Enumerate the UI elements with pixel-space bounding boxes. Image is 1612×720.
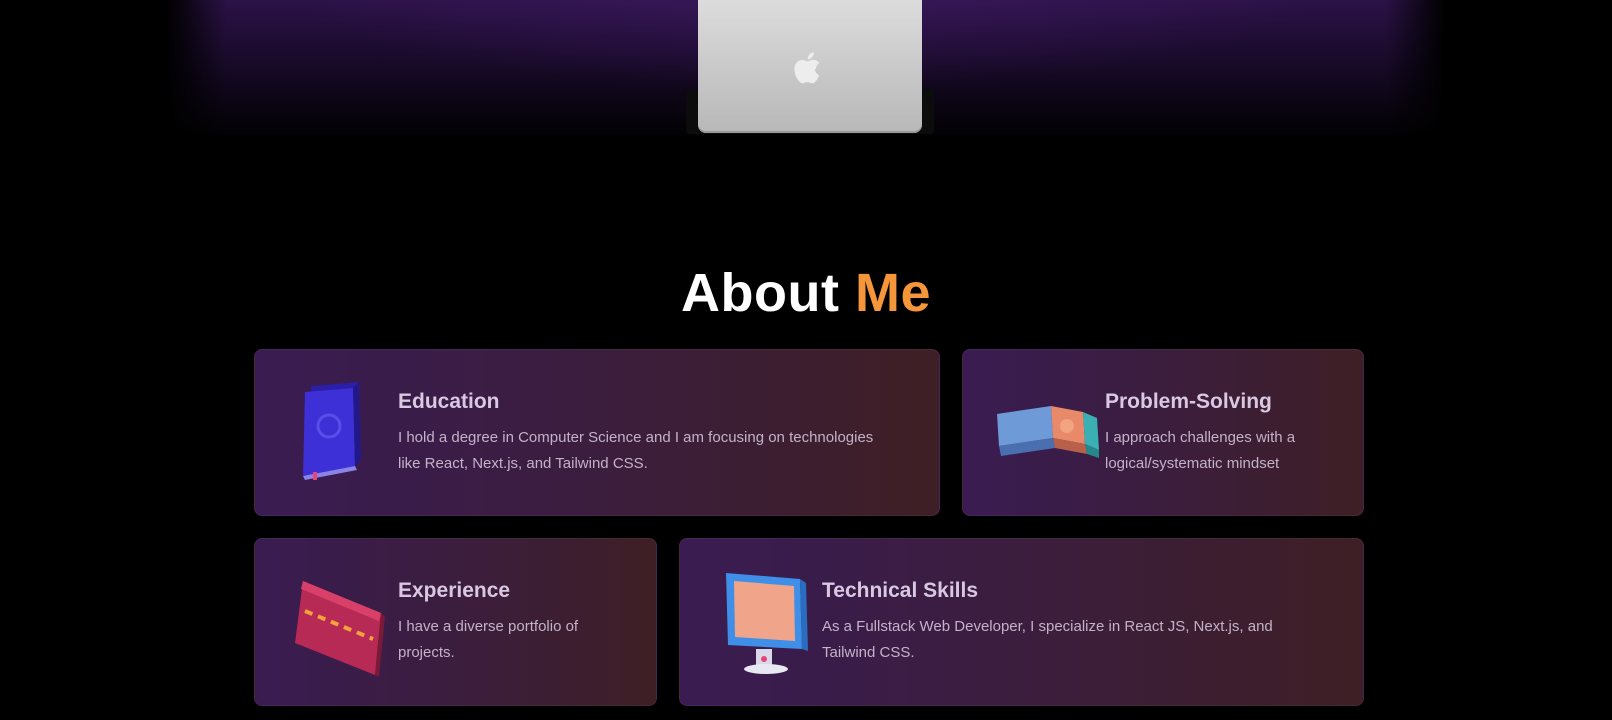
section-title-accent: Me: [854, 263, 931, 323]
card-education: Education I hold a degree in Computer Sc…: [254, 349, 940, 516]
eraser-icon: [997, 406, 1099, 458]
laptop-icon: [698, 0, 922, 133]
card-experience: Experience I have a diverse portfolio of…: [254, 538, 657, 706]
hero-banner: [167, 0, 1445, 140]
apple-logo-icon: [794, 52, 820, 84]
card-problem-solving-title: Problem-Solving: [1105, 390, 1272, 413]
card-technical-skills-text: As a Fullstack Web Developer, I speciali…: [822, 618, 1273, 661]
credit-card-icon: [295, 581, 385, 677]
card-education-text: I hold a degree in Computer Science and …: [398, 429, 874, 472]
card-experience-title: Experience: [398, 579, 511, 602]
card-education-title: Education: [398, 390, 500, 413]
laptop-lid: [698, 0, 922, 133]
card-problem-solving: Problem-Solving I approach challenges wi…: [962, 349, 1364, 516]
card-technical-skills: Technical Skills As a Fullstack Web Deve…: [679, 538, 1364, 706]
page: About Me Education I hold a degree in Co…: [0, 0, 1612, 720]
card-experience-text: I have a diverse portfolio of projects.: [398, 618, 579, 661]
card-technical-skills-title: Technical Skills: [822, 579, 979, 602]
card-problem-solving-text: I approach challenges with a logical/sys…: [1105, 429, 1296, 472]
section-title-main: About: [681, 263, 840, 323]
computer-monitor-icon: [726, 573, 808, 674]
book-icon: [303, 382, 361, 480]
section-title: About Me: [0, 262, 1612, 324]
